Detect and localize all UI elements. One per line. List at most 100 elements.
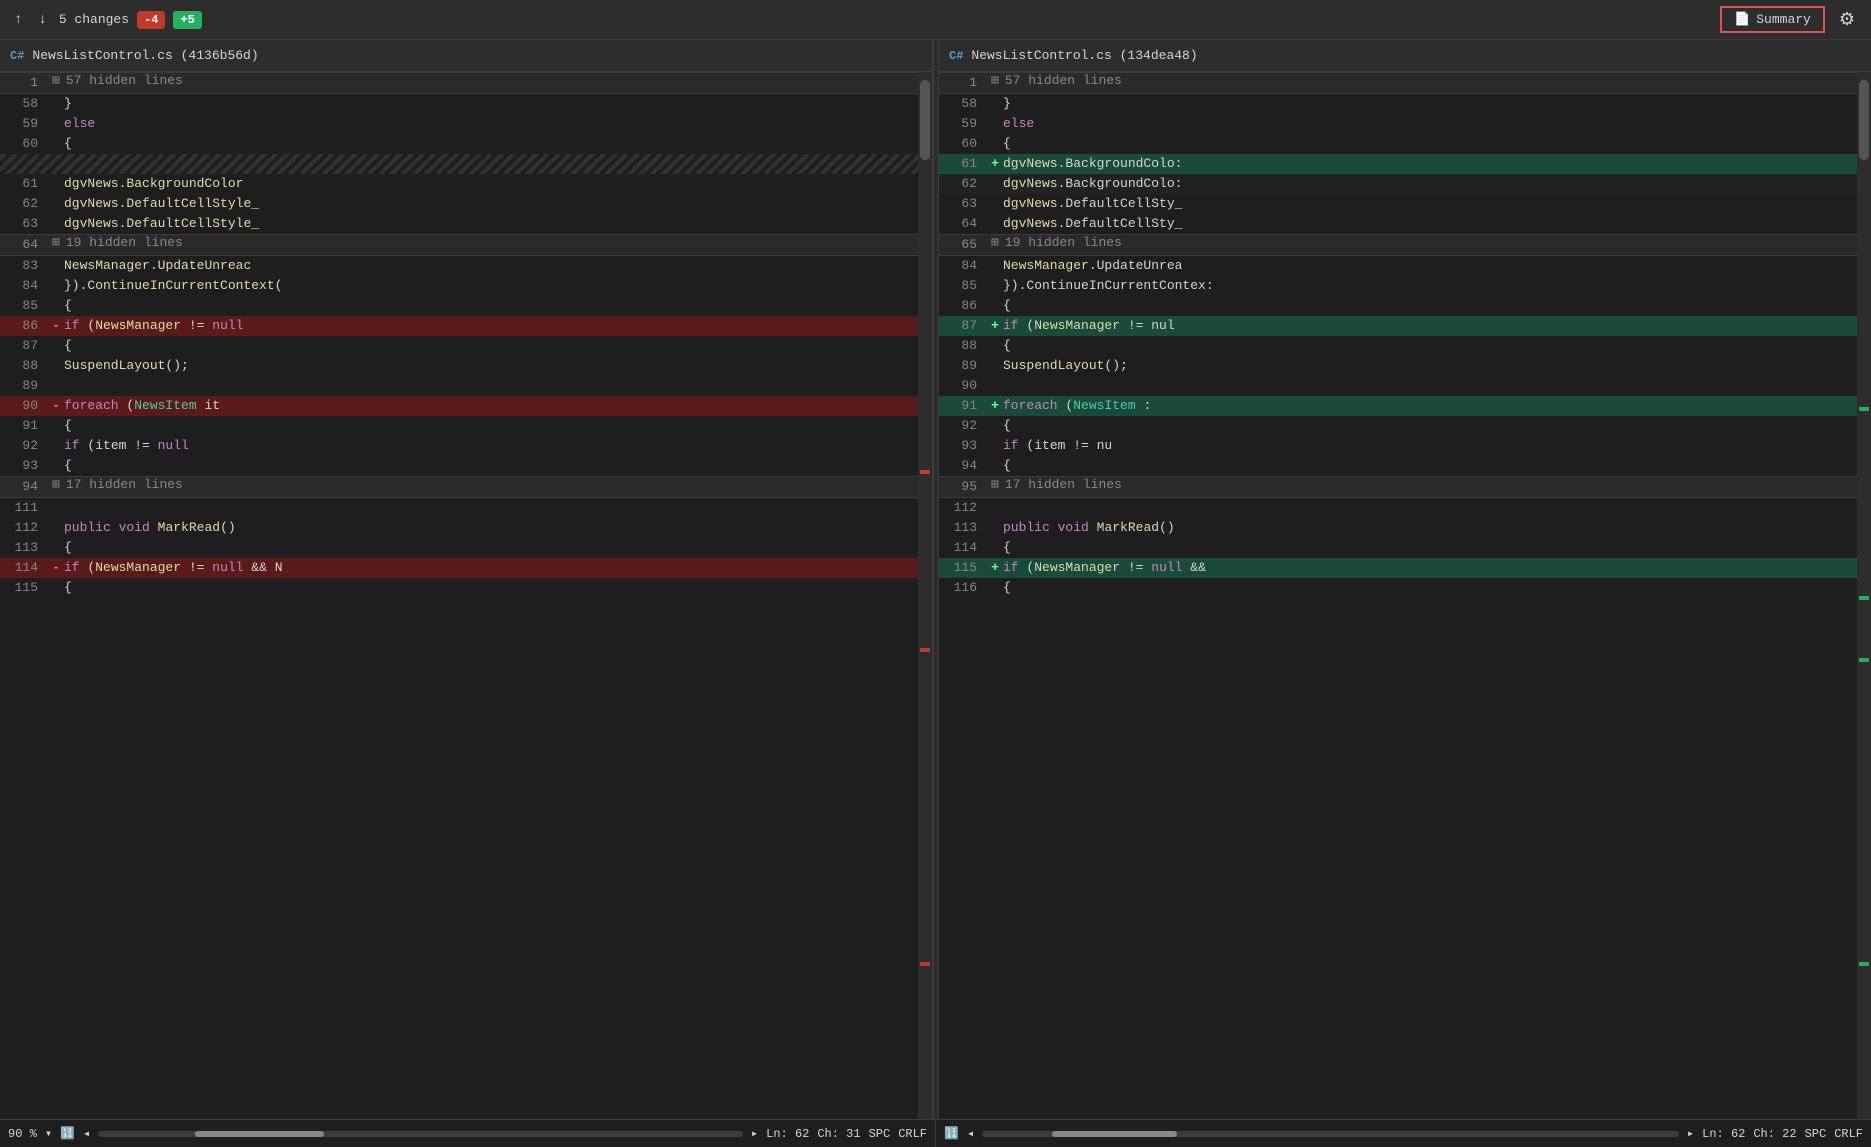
table-row: 84 NewsManager.UpdateUnrea [939,256,1871,276]
line-content: dgvNews.BackgroundColo: [1003,154,1871,174]
right-scroll-right[interactable]: ▸ [1687,1126,1694,1141]
line-number: 85 [0,296,48,316]
line-diff-marker [48,416,64,436]
line-number: 112 [0,518,48,538]
line-content [64,376,932,396]
line-number: 61 [939,154,987,174]
left-scroll-right[interactable]: ▸ [751,1126,758,1141]
left-mini-scrollbar[interactable] [98,1131,743,1137]
line-diff-marker [48,336,64,356]
line-content: SuspendLayout(); [1003,356,1871,376]
settings-button[interactable]: ⚙ [1833,5,1861,34]
line-content: } [64,94,932,114]
table-row: 90 [939,376,1871,396]
left-scrollbar[interactable] [918,72,932,1119]
line-diff-marker [48,436,64,456]
line-number: 115 [939,558,987,578]
line-number: 88 [939,336,987,356]
changes-count: 5 changes [59,12,129,27]
hidden-expand-icon[interactable]: ⊞ [991,477,999,497]
line-number: 60 [0,134,48,154]
line-content: }).ContinueInCurrentContex: [1003,276,1871,296]
hidden-expand-icon[interactable]: ⊞ [991,235,999,255]
left-scroll-left[interactable]: ◂ [83,1126,90,1141]
hidden-expand-icon[interactable]: ⊞ [52,73,60,93]
line-number: 114 [939,538,987,558]
line-diff-marker: + [987,154,1003,174]
right-mini-scrollbar[interactable] [982,1131,1679,1137]
table-row: 86- if (NewsManager != null [0,316,932,336]
right-code-scroll[interactable]: 1⊞57 hidden lines58 }59 else60 {61+ dgvN… [939,72,1871,1119]
toolbar: ↑ ↓ 5 changes -4 +5 📄 Summary ⚙ [0,0,1871,40]
line-number: 63 [939,194,987,214]
right-scrollbar[interactable] [1857,72,1871,1119]
left-zoom-dropdown-icon[interactable]: ▾ [45,1126,52,1141]
table-row: 93 if (item != nu [939,436,1871,456]
line-diff-marker [987,114,1003,134]
line-content: public void MarkRead() [64,518,932,538]
summary-button[interactable]: 📄 Summary [1720,6,1825,33]
left-zoom[interactable]: 90 % [8,1127,37,1141]
right-scroll-thumb[interactable] [1859,80,1869,160]
line-diff-marker [48,518,64,538]
up-arrow-btn[interactable]: ↑ [10,10,26,30]
left-marker-3 [920,962,930,966]
line-content: else [1003,114,1871,134]
line-diff-marker [987,436,1003,456]
line-diff-marker: - [48,396,64,416]
line-number: 64 [0,235,48,255]
line-content: dgvNews.DefaultCellSty_ [1003,194,1871,214]
hidden-expand-icon[interactable]: ⊞ [991,73,999,93]
left-scroll-thumb[interactable] [920,80,930,160]
line-number: 86 [0,316,48,336]
table-row: 86 { [939,296,1871,316]
line-number: 90 [0,396,48,416]
down-arrow-btn[interactable]: ↓ [34,10,50,30]
table-row: 89 SuspendLayout(); [939,356,1871,376]
table-row: 85 }).ContinueInCurrentContex: [939,276,1871,296]
line-diff-marker [987,256,1003,276]
table-row: 87 { [0,336,932,356]
line-diff-marker [987,134,1003,154]
right-scroll-left[interactable]: ◂ [967,1126,974,1141]
right-filename: NewsListControl.cs (134dea48) [971,48,1197,63]
hidden-expand-icon[interactable]: ⊞ [52,235,60,255]
table-row: 65⊞19 hidden lines [939,234,1871,256]
table-row: 116 { [939,578,1871,598]
line-number: 113 [0,538,48,558]
table-row: 1⊞57 hidden lines [939,72,1871,94]
left-pane-header: C# NewsListControl.cs (4136b56d) [0,40,932,72]
right-mini-thumb [1052,1131,1177,1137]
line-content: if (NewsManager != null && N [64,558,932,578]
line-number: 92 [0,436,48,456]
table-row: 111 [0,498,932,518]
line-content: { [1003,416,1871,436]
right-marker-3 [1859,658,1869,662]
line-number: 111 [0,498,48,518]
line-content: { [64,578,932,598]
line-content: { [1003,336,1871,356]
hidden-expand-icon[interactable]: ⊞ [52,477,60,497]
right-code-area[interactable]: 1⊞57 hidden lines58 }59 else60 {61+ dgvN… [939,72,1871,1119]
line-number: 89 [0,376,48,396]
line-diff-marker [987,214,1003,234]
left-code-scroll[interactable]: 1⊞57 hidden lines58 }59 else60 {61 dgvNe… [0,72,932,1119]
line-content: { [1003,134,1871,154]
right-pane: C# NewsListControl.cs (134dea48) 1⊞57 hi… [939,40,1871,1119]
line-content: if (NewsManager != null && [1003,558,1871,578]
line-diff-marker [48,276,64,296]
line-number: 95 [939,477,987,497]
left-encoding-icon: 🔢 [60,1126,75,1141]
line-number: 92 [939,416,987,436]
line-content [64,498,932,518]
line-diff-marker: + [987,396,1003,416]
line-content: foreach (NewsItem : [1003,396,1871,416]
line-content: { [64,336,932,356]
line-number: 1 [939,73,987,93]
left-code-area[interactable]: 1⊞57 hidden lines58 }59 else60 {61 dgvNe… [0,72,932,1119]
hidden-lines-label: 19 hidden lines [66,235,183,255]
line-content: { [64,538,932,558]
right-encoding-icon: 🔢 [944,1126,959,1141]
line-content: }).ContinueInCurrentContext( [64,276,932,296]
table-row: 61+ dgvNews.BackgroundColo: [939,154,1871,174]
